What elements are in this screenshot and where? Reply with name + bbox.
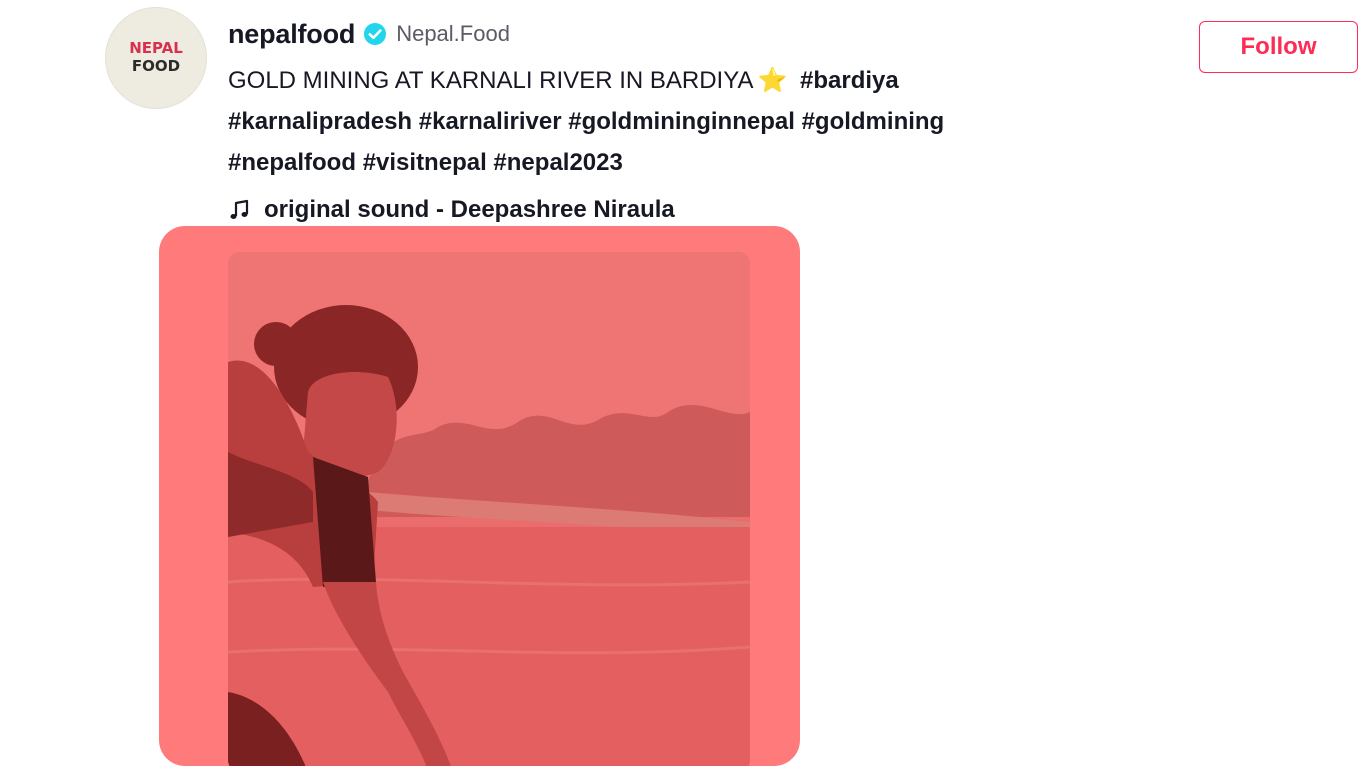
svg-text:FOOD: FOOD: [132, 57, 180, 75]
follow-button[interactable]: Follow: [1199, 21, 1358, 73]
music-label: original sound - Deepashree Niraula: [264, 196, 675, 223]
music-note-icon: [228, 198, 252, 222]
video-thumbnail: [228, 252, 750, 766]
star-emoji-icon: ⭐: [757, 67, 788, 94]
hashtag-link[interactable]: #goldmininginnepal: [568, 108, 795, 135]
hashtag-link[interactable]: #visitnepal: [363, 149, 487, 176]
hashtag-link[interactable]: #karnalipradesh: [228, 108, 412, 135]
author-row: nepalfood Nepal.Food: [228, 14, 510, 54]
author-avatar[interactable]: NEPAL FOOD: [105, 7, 207, 109]
nepal-food-logo: NEPAL FOOD: [129, 39, 183, 75]
author-nickname[interactable]: Nepal.Food: [396, 21, 510, 47]
caption-text: GOLD MINING AT KARNALI RIVER IN BARDIYA: [228, 67, 754, 94]
video-scene-image: [228, 252, 750, 766]
hashtag-link[interactable]: #nepalfood: [228, 149, 356, 176]
video-caption: GOLD MINING AT KARNALI RIVER IN BARDIYA ⭐…: [228, 60, 1108, 183]
author-unique-id[interactable]: nepalfood: [228, 19, 355, 50]
hashtag-link[interactable]: #nepal2023: [493, 149, 622, 176]
hashtag-link[interactable]: #karnaliriver: [419, 108, 562, 135]
verified-badge-icon: [363, 22, 387, 46]
hashtag-link[interactable]: #bardiya: [800, 67, 899, 94]
music-link[interactable]: original sound - Deepashree Niraula: [228, 192, 675, 228]
svg-text:NEPAL: NEPAL: [129, 39, 183, 57]
hashtag-link[interactable]: #goldmining: [802, 108, 945, 135]
video-player[interactable]: [159, 226, 800, 766]
